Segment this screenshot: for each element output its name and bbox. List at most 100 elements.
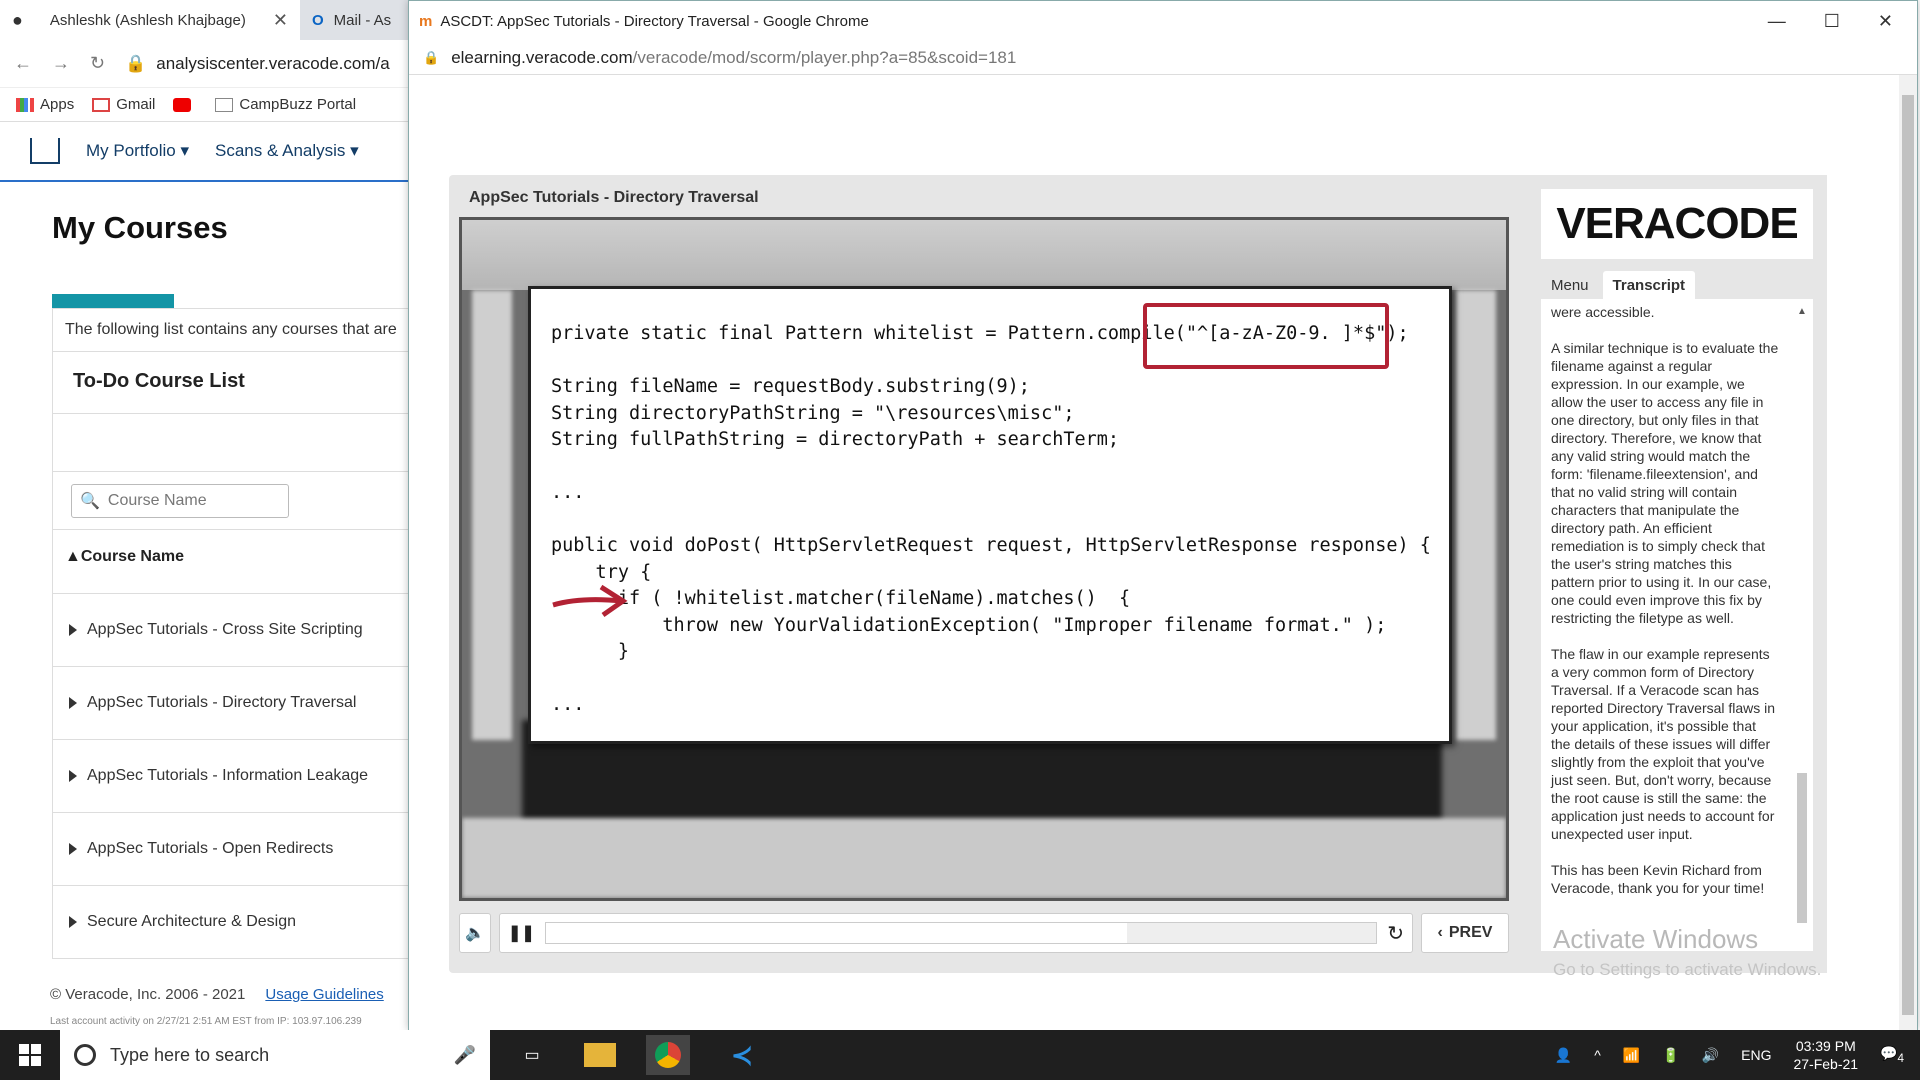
chevron-left-icon: ‹ — [1437, 924, 1443, 941]
volume-icon[interactable]: 🔊 — [1702, 1047, 1719, 1064]
code-line: String fullPathString = directoryPath + … — [551, 429, 1120, 450]
bookmark-youtube[interactable] — [173, 96, 197, 113]
tab-menu[interactable]: Menu — [1541, 271, 1599, 300]
red-arrow-icon — [552, 584, 628, 618]
bookmark-gmail[interactable]: Gmail — [92, 96, 155, 113]
usage-guidelines-link[interactable]: Usage Guidelines — [265, 986, 383, 1003]
expand-icon — [69, 697, 77, 709]
transcript-paragraph: A similar technique is to evaluate the f… — [1551, 340, 1779, 626]
transcript-paragraph: were accessible. — [1551, 304, 1655, 320]
popup-address-bar[interactable]: 🔒 elearning.veracode.com/veracode/mod/sc… — [409, 41, 1917, 75]
nav-scans-analysis[interactable]: Scans & Analysis ▾ — [215, 141, 359, 161]
highlight-box — [1143, 303, 1389, 369]
search-placeholder: Course Name — [107, 492, 207, 509]
windows-taskbar: Type here to search 🎤 ▭ ≺ 👤 ^ 📶 🔋 🔊 ENG … — [0, 1030, 1920, 1080]
course-name-header[interactable]: ▲Course Name — [52, 530, 422, 594]
blurred-ide-status — [462, 818, 1506, 898]
course-row[interactable]: AppSec Tutorials - Open Redirects — [52, 813, 422, 886]
close-icon[interactable]: ✕ — [273, 10, 288, 31]
minimize-icon[interactable]: — — [1768, 11, 1786, 32]
home-icon[interactable] — [30, 138, 60, 164]
volume-icon[interactable]: 🔈 — [459, 913, 491, 953]
account-activity: Last account activity on 2/27/21 2:51 AM… — [50, 1016, 362, 1027]
popup-title-bar: m ASCDT: AppSec Tutorials - Directory Tr… — [409, 1, 1917, 41]
code-line: if ( !whitelist.matcher(fileName).matche… — [551, 588, 1131, 609]
prev-button[interactable]: ‹ PREV — [1421, 913, 1509, 953]
vscode-icon[interactable]: ≺ — [720, 1035, 764, 1075]
intro-text: The following list contains any courses … — [52, 308, 422, 352]
veracode-logo: VERACODE — [1541, 189, 1813, 259]
time: 03:39 PM — [1795, 1038, 1856, 1054]
pause-icon[interactable]: ❚❚ — [508, 923, 535, 943]
close-icon[interactable]: ✕ — [1878, 11, 1893, 32]
window-title: ASCDT: AppSec Tutorials - Directory Trav… — [440, 12, 869, 30]
progress-fill — [545, 923, 1128, 943]
cortana-icon — [74, 1044, 96, 1066]
outlook-icon: O — [312, 11, 324, 29]
bg-tab-mail[interactable]: O Mail - As — [300, 0, 403, 40]
course-row[interactable]: Secure Architecture & Design — [52, 886, 422, 959]
scroll-up-icon[interactable]: ▲ — [1795, 303, 1809, 321]
video-frame[interactable]: private static final Pattern whitelist =… — [459, 217, 1509, 901]
forward-icon[interactable]: → — [52, 53, 70, 74]
taskbar-search-placeholder: Type here to search — [110, 1044, 270, 1065]
scroll-thumb[interactable] — [1797, 773, 1807, 923]
clock[interactable]: 03:39 PM 27-Feb-21 — [1793, 1037, 1858, 1073]
transcript-panel[interactable]: were accessible. A similar technique is … — [1541, 299, 1813, 951]
active-tab-indicator[interactable] — [52, 294, 174, 308]
reload-icon[interactable]: ↻ — [90, 53, 105, 74]
playback-bar: ❚❚ ↻ — [499, 913, 1413, 953]
transcript-scrollbar[interactable]: ▲ — [1795, 303, 1809, 947]
course-row[interactable]: AppSec Tutorials - Directory Traversal — [52, 667, 422, 740]
task-view-icon[interactable]: ▭ — [510, 1035, 554, 1075]
bookmark-campbuzz[interactable]: CampBuzz Portal — [215, 96, 356, 113]
expand-icon — [69, 843, 77, 855]
taskbar-search[interactable]: Type here to search 🎤 — [60, 1030, 490, 1080]
github-icon: ● — [12, 9, 23, 30]
back-icon[interactable]: ← — [14, 53, 32, 74]
moodle-icon: m — [419, 12, 433, 30]
apps-grid-icon — [16, 98, 34, 113]
bg-url-text: analysiscenter.veracode.com/a — [156, 53, 390, 73]
document-icon — [215, 98, 234, 113]
replay-icon[interactable]: ↻ — [1387, 921, 1404, 946]
lock-icon: 🔒 — [125, 53, 147, 73]
popup-scrollbar[interactable] — [1899, 75, 1917, 1031]
expand-icon — [69, 624, 77, 636]
wifi-icon[interactable]: 📶 — [1623, 1047, 1640, 1064]
microphone-icon[interactable]: 🎤 — [454, 1045, 476, 1066]
code-lines: private static final Pattern whitelist =… — [551, 321, 1431, 719]
blurred-ide-side — [472, 290, 512, 740]
player-sidebar: VERACODE Menu Transcript were accessible… — [1527, 175, 1827, 973]
file-explorer-icon[interactable] — [584, 1043, 616, 1067]
player-title: AppSec Tutorials - Directory Traversal — [469, 189, 759, 206]
activate-windows-title: Activate Windows — [1553, 924, 1759, 954]
code-line: try { — [551, 561, 652, 583]
transcript-paragraph: The flaw in our example represents a ver… — [1551, 646, 1776, 842]
course-search-input[interactable]: 🔍 Course Name — [71, 484, 289, 518]
bg-tab-label: Mail - As — [333, 11, 392, 29]
course-row[interactable]: AppSec Tutorials - Information Leakage — [52, 740, 422, 813]
chevron-up-icon[interactable]: ^ — [1594, 1047, 1601, 1063]
taskbar-apps: ▭ ≺ — [490, 1035, 764, 1075]
bookmark-apps[interactable]: Apps — [16, 96, 74, 113]
scroll-thumb[interactable] — [1902, 95, 1914, 1015]
expand-icon — [69, 770, 77, 782]
nav-my-portfolio[interactable]: My Portfolio ▾ — [86, 141, 189, 161]
notification-icon[interactable]: 💬4 — [1880, 1045, 1904, 1065]
bg-address-bar[interactable]: 🔒 analysiscenter.veracode.com/a — [125, 54, 390, 74]
progress-track[interactable] — [544, 922, 1378, 944]
people-icon[interactable]: 👤 — [1555, 1047, 1572, 1064]
popup-body: AppSec Tutorials - Directory Traversal p… — [409, 75, 1899, 1031]
battery-icon[interactable]: 🔋 — [1662, 1047, 1679, 1064]
sidebar-tabs: Menu Transcript — [1541, 271, 1696, 300]
transcript-paragraph: This has been Kevin Richard from Veracod… — [1551, 862, 1765, 896]
windows-start-icon[interactable] — [0, 1030, 60, 1080]
tab-transcript[interactable]: Transcript — [1602, 271, 1696, 300]
chrome-icon[interactable] — [646, 1035, 690, 1075]
maximize-icon[interactable]: ☐ — [1824, 11, 1840, 32]
bg-tab-github[interactable]: ● Ashleshk (Ashlesh Khajbage) ✕ — [0, 0, 300, 40]
page-footer: © Veracode, Inc. 2006 - 2021 Usage Guidel… — [50, 986, 384, 1003]
course-row[interactable]: AppSec Tutorials - Cross Site Scripting — [52, 594, 422, 667]
language-indicator[interactable]: ENG — [1741, 1047, 1771, 1063]
